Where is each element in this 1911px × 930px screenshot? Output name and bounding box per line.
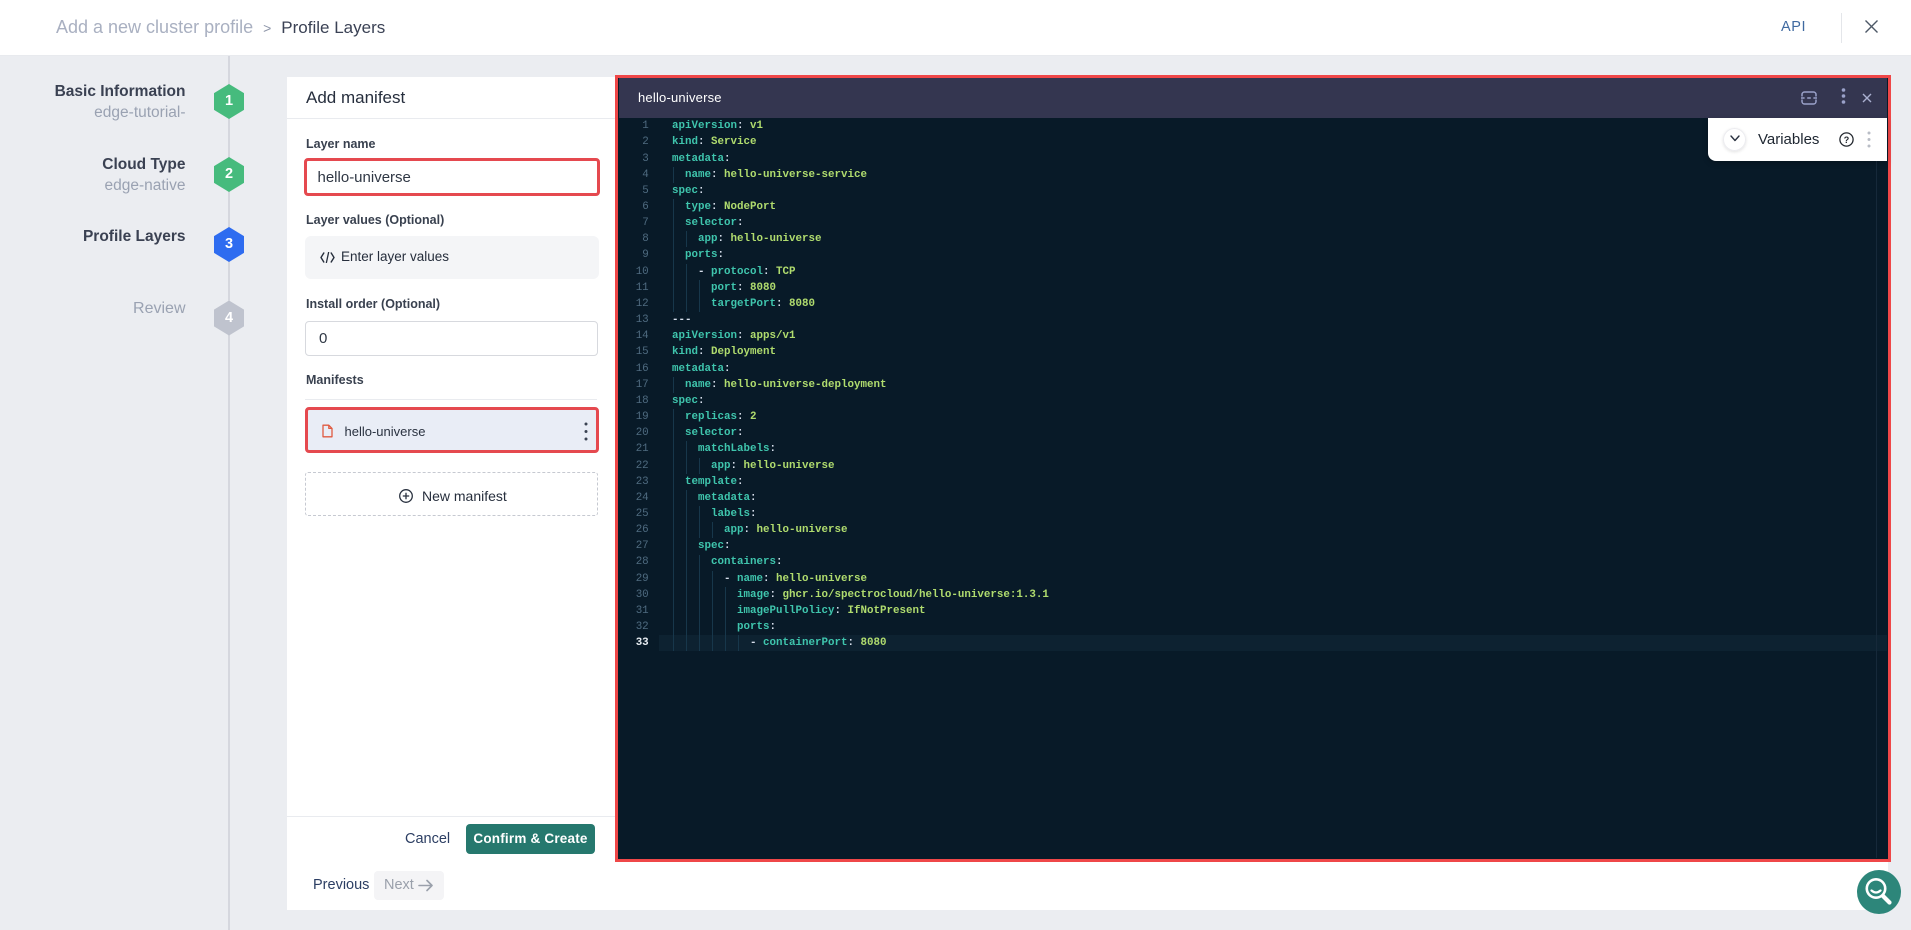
- svg-text:?: ?: [1844, 135, 1850, 145]
